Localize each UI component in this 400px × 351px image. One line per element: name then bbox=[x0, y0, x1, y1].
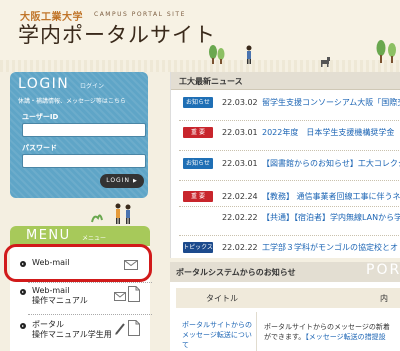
news-row[interactable]: お知らせ 22.03.02 留学生支援コンソーシアム大阪「国際交流員」のお知らせ bbox=[171, 97, 400, 119]
news-row[interactable]: 重 要 22.03.01 2022年度 日本学生支援機構奨学金 層について bbox=[171, 127, 400, 149]
dog-icon bbox=[321, 57, 330, 67]
news-date: 22.02.22 bbox=[222, 243, 258, 252]
notice-content: ポータルサイトからのメッセージの新着 ができます。【メッセージ転送の措提設 bbox=[264, 322, 400, 342]
badge-notice: お知らせ bbox=[183, 97, 213, 108]
login-title-jp: ログイン bbox=[80, 83, 105, 90]
tree-icon-4 bbox=[388, 43, 396, 63]
document-icon bbox=[128, 320, 140, 336]
menu-divider bbox=[28, 282, 152, 283]
table-header: タイトル 内 bbox=[176, 288, 400, 308]
column-header-title: タイトル bbox=[206, 294, 238, 303]
news-divider bbox=[179, 206, 400, 207]
news-date: 22.02.24 bbox=[222, 192, 258, 201]
document-icon bbox=[128, 286, 140, 302]
news-row[interactable]: お知らせ 22.03.01 【図書館からのお知らせ】工大コレクション bbox=[171, 158, 400, 180]
menu-illustration bbox=[91, 203, 131, 224]
news-link[interactable]: 【教務】 通信事業者回線工事に伴うネ bbox=[262, 191, 400, 202]
arrow-bullet-icon bbox=[20, 323, 26, 329]
login-button-label: LOGIN bbox=[106, 177, 130, 184]
news-row[interactable]: トピックス 22.02.22 工学部３学科がモンゴルの協定校とオ bbox=[171, 242, 400, 254]
portal-title: ポータルシステムからのお知らせ bbox=[176, 268, 296, 277]
site-header: 大阪工業大学 CAMPUS PORTAL SITE 学内ポータルサイト bbox=[0, 0, 400, 72]
news-date: 22.03.01 bbox=[222, 128, 258, 137]
webmail-highlight-annotation bbox=[4, 244, 152, 282]
notice-content-line: ポータルサイトからのメッセージの新着 bbox=[264, 323, 390, 331]
plant-icon bbox=[91, 214, 103, 223]
news-link[interactable]: 工学部３学科がモンゴルの協定校とオ bbox=[262, 242, 400, 253]
password-input[interactable] bbox=[22, 154, 146, 168]
news-divider bbox=[179, 120, 400, 121]
menu-item-portal-manual[interactable]: ポータル 操作マニュアル学生用 bbox=[10, 320, 150, 344]
tree-icon-2 bbox=[217, 48, 225, 64]
news-divider bbox=[179, 180, 400, 181]
notice-content-text: ができます。 bbox=[264, 333, 306, 341]
portal-english-title: POR bbox=[366, 262, 400, 278]
login-note: 休講・補講情報、メッセージ等はこちら bbox=[18, 98, 126, 105]
arrow-right-icon: ▶ bbox=[132, 178, 138, 184]
news-title: 工大最新ニュース bbox=[179, 77, 243, 86]
notice-content-line: ができます。【メッセージ転送の措提設 bbox=[264, 332, 400, 342]
menu-item-webmail-manual[interactable]: Web-mail 操作マニュアル bbox=[10, 286, 150, 310]
column-header-content: 内 bbox=[380, 294, 388, 303]
news-row[interactable]: 22.02.22 【共通】【宿泊者】学内無線LANから学外へのい作について bbox=[171, 212, 400, 234]
arrow-bullet-icon bbox=[20, 289, 26, 295]
tree-icon-3 bbox=[376, 40, 386, 63]
login-button[interactable]: LOGIN ▶ bbox=[100, 174, 144, 188]
news-link[interactable]: 【共通】【宿泊者】学内無線LANから学外へのい作について bbox=[262, 212, 400, 223]
user-id-label: ユーザーID bbox=[22, 113, 59, 121]
person-icon-3 bbox=[125, 204, 131, 224]
news-link[interactable]: 2022年度 日本学生支援機構奨学金 層について bbox=[262, 127, 400, 138]
news-divider bbox=[179, 150, 400, 151]
person-icon bbox=[246, 45, 252, 64]
menu-item-label: Web-mail 操作マニュアル bbox=[32, 286, 88, 305]
news-divider bbox=[179, 235, 400, 236]
login-panel: LOGIN ログイン 休講・補講情報、メッセージ等はこちら ユーザーID パスワ… bbox=[10, 72, 148, 198]
pencil-icon bbox=[115, 323, 125, 335]
news-row[interactable]: 重 要 22.02.24 【教務】 通信事業者回線工事に伴うネ bbox=[171, 191, 400, 203]
badge-topics: トピックス bbox=[183, 242, 213, 253]
password-label: パスワード bbox=[22, 144, 57, 152]
menu-header: MENU メニュー bbox=[10, 226, 150, 246]
menu-divider bbox=[28, 314, 152, 315]
badge-notice: お知らせ bbox=[183, 158, 213, 169]
notice-title-link[interactable]: ポータルサイトからのメッセージ転送について bbox=[182, 320, 258, 350]
login-title: LOGIN bbox=[18, 76, 70, 92]
menu-title-jp: メニュー bbox=[82, 235, 107, 242]
notice-content-link[interactable]: 【メッセージ転送の措提設 bbox=[305, 333, 385, 341]
news-link[interactable]: 【図書館からのお知らせ】工大コレクション bbox=[262, 158, 400, 169]
user-id-input[interactable] bbox=[22, 123, 146, 137]
tree-icon-1 bbox=[209, 45, 217, 64]
news-panel: 工大最新ニュース お知らせ 22.03.02 留学生支援コンソーシアム大阪「国際… bbox=[170, 72, 400, 258]
portal-header: ポータルシステムからのお知らせ POR bbox=[170, 262, 400, 282]
news-date: 22.03.01 bbox=[222, 159, 258, 168]
header-illustration bbox=[209, 40, 396, 67]
news-header: 工大最新ニュース bbox=[171, 72, 400, 90]
person-icon-2 bbox=[115, 203, 121, 224]
badge-important: 重 要 bbox=[183, 191, 213, 202]
mail-icon bbox=[114, 292, 126, 301]
news-date: 22.03.02 bbox=[222, 98, 258, 107]
news-date: 22.02.22 bbox=[222, 213, 258, 222]
news-link[interactable]: 留学生支援コンソーシアム大阪「国際交流員」のお知らせ bbox=[262, 97, 400, 108]
menu-item-label: ポータル 操作マニュアル学生用 bbox=[32, 320, 112, 339]
menu-title: MENU bbox=[26, 228, 71, 243]
portal-notices-panel: ポータルシステムからのお知らせ POR タイトル 内 ポータルサイトからのメッセ… bbox=[170, 262, 400, 351]
badge-important: 重 要 bbox=[183, 127, 213, 138]
